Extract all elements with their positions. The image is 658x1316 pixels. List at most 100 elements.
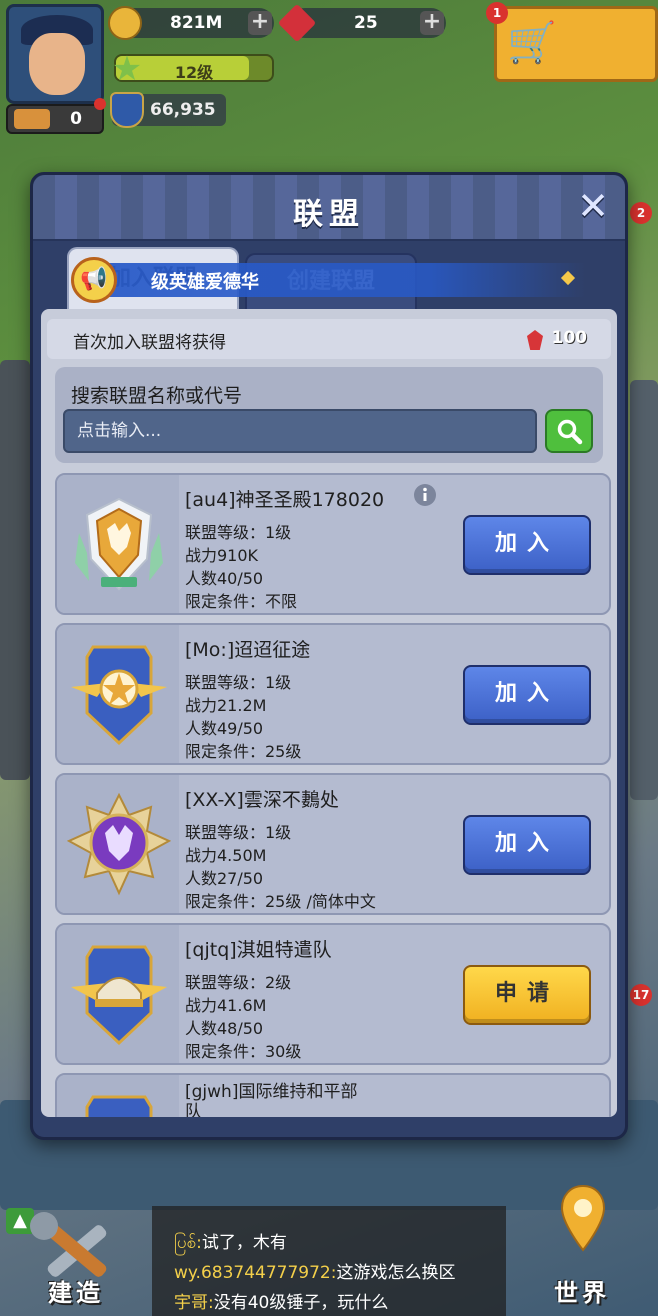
rank-box[interactable]: 0: [6, 104, 104, 134]
alliance-requirement: 限定条件：30级: [185, 1042, 302, 1061]
info-icon[interactable]: [413, 483, 437, 507]
alliance-name: [Mo:]迢迢征途: [185, 639, 311, 661]
top-hud: 0 821M + 25 + 12级 ★ 66,935 🛒 1 2 17: [0, 0, 658, 1006]
helmet-wings-emblem-icon: [71, 945, 167, 1046]
modal-title: 联盟: [293, 197, 365, 232]
chat-panel[interactable]: ပြစ်:试了，木有 wy.683744777972:这游戏怎么换区 宇哥:没有…: [152, 1206, 506, 1316]
alliance-card: [XX-X]雲深不鶈处 联盟等级：1级 战力4.50M 人数27/50 限定条件…: [55, 773, 611, 915]
chat-text: 没有40级锤子，玩什么: [213, 1293, 389, 1313]
coins-value: 821M: [170, 13, 223, 33]
chat-message: wy.683744777972:这游戏怎么换区: [174, 1258, 455, 1283]
emblem-panel: [57, 625, 179, 763]
modal-body: 首次加入联盟将获得 100 搜索联盟名称或代号 点击输入... [au4]神圣圣…: [41, 309, 617, 1117]
alliance-requirement: 限定条件：25级: [185, 742, 302, 761]
alliance-power: 战力21.2M: [185, 696, 267, 715]
search-input[interactable]: [63, 409, 537, 453]
alliance-level: 联盟等级：1级: [185, 523, 292, 542]
alliance-members: 人数49/50: [185, 719, 264, 738]
alliance-requirement: 限定条件：不限: [185, 592, 298, 611]
gem-icon: [277, 3, 317, 43]
modal-header: 联盟 ✕: [33, 175, 625, 241]
cart-icon: 🛒: [507, 20, 557, 66]
chat-text: 这游戏怎么换区: [336, 1263, 456, 1283]
apply-button[interactable]: 申请: [463, 965, 591, 1025]
power-display: 66,935: [110, 92, 226, 128]
side-badge-2: 17: [630, 984, 652, 1006]
alliance-members: 人数48/50: [185, 1019, 264, 1038]
world-button[interactable]: 世界: [506, 1184, 658, 1316]
search-icon: [557, 419, 583, 445]
chat-message: 宇哥:没有40级锤子，玩什么: [174, 1288, 388, 1313]
alliance-power: 战力910K: [185, 546, 259, 565]
search-panel: 搜索联盟名称或代号: [55, 367, 603, 463]
power-value: 66,935: [150, 100, 216, 120]
gems-value: 25: [354, 13, 378, 33]
alliance-modal: 联盟 ✕ 加入联盟 创建联盟 📢 级英雄爱德华 首次加入联盟将获得 100 搜索…: [30, 172, 628, 1140]
side-badge-1: 2: [630, 202, 652, 224]
wolf-shield-emblem-icon: [75, 497, 163, 591]
join-button[interactable]: 加入: [463, 515, 591, 575]
alliance-name: [gjwh]国际维持和平部: [185, 1082, 358, 1102]
emblem-panel: [57, 1075, 179, 1117]
shop-badge: 1: [486, 2, 508, 24]
alliance-level: 联盟等级：1级: [185, 823, 292, 842]
alliance-members: 人数27/50: [185, 869, 264, 888]
build-button[interactable]: ▲ 建造: [0, 1204, 152, 1316]
power-shield-icon: [110, 92, 144, 128]
coins-display: 821M +: [108, 6, 274, 40]
emblem-panel: [57, 925, 179, 1063]
add-coins-button[interactable]: +: [248, 11, 272, 35]
alliance-level: 联盟等级：2级: [185, 973, 292, 992]
alliance-name-line2: 队: [185, 1102, 202, 1117]
add-gems-button[interactable]: +: [420, 11, 444, 35]
avatar-alert-dot: [94, 98, 106, 110]
alliance-requirement: 限定条件：25级 /简体中文: [185, 892, 376, 911]
background-buildings: [0, 360, 30, 780]
emblem-panel: [57, 475, 179, 613]
shop-button[interactable]: 🛒: [494, 6, 658, 82]
star-icon: ★: [111, 49, 143, 89]
alliance-name: [au4]神圣圣殿178020: [185, 489, 385, 511]
avatar-face: [29, 33, 85, 95]
reward-gems-value: 100: [551, 328, 588, 348]
map-pin-icon: [560, 1184, 606, 1252]
broadcast-text: 级英雄爱德华: [151, 272, 259, 293]
broadcast-banner: 📢 级英雄爱德华: [71, 257, 585, 303]
build-label: 建造: [48, 1279, 104, 1307]
alliance-card: [gjwh]国际维持和平部 队: [55, 1073, 611, 1117]
join-button[interactable]: 加入: [463, 815, 591, 875]
alliance-power: 战力4.50M: [185, 846, 267, 865]
world-label: 世界: [554, 1279, 610, 1307]
star-wings-emblem-icon: [71, 645, 167, 746]
chat-sender: 宇哥:: [174, 1293, 214, 1313]
first-join-reward: 首次加入联盟将获得 100: [47, 319, 611, 359]
alliance-card: [au4]神圣圣殿178020 联盟等级：1级 战力910K 人数40/50 限…: [55, 473, 611, 615]
alliance-card: [qjtq]淇姐特遣队 联盟等级：2级 战力41.6M 人数48/50 限定条件…: [55, 923, 611, 1065]
rank-count: 0: [70, 109, 82, 129]
alliance-power: 战力41.6M: [185, 996, 267, 1015]
chat-sender: ပြစ်:: [174, 1233, 202, 1253]
purple-wolf-emblem-icon: [67, 793, 171, 896]
chat-sender: wy.683744777972:: [174, 1263, 337, 1283]
alliance-name: [XX-X]雲深不鶈处: [185, 789, 339, 811]
chat-message: ပြစ်:试了，木有: [174, 1228, 287, 1257]
broadcast-diamond-icon: [560, 270, 576, 286]
alliance-card: [Mo:]迢迢征途 联盟等级：1级 战力21.2M 人数49/50 限定条件：2…: [55, 623, 611, 765]
alliance-name: [qjtq]淇姐特遣队: [185, 939, 332, 961]
search-label: 搜索联盟名称或代号: [71, 385, 243, 407]
player-avatar[interactable]: [6, 4, 104, 104]
megaphone-icon: 📢: [71, 257, 117, 303]
close-button[interactable]: ✕: [575, 187, 611, 225]
gem-icon: [527, 330, 543, 350]
emblem-panel: [57, 775, 179, 913]
chat-text: 试了，木有: [201, 1233, 287, 1253]
join-button[interactable]: 加入: [463, 665, 591, 725]
reward-text: 首次加入联盟将获得: [73, 333, 226, 353]
coin-icon: [108, 6, 142, 40]
alliance-members: 人数40/50: [185, 569, 264, 588]
gems-display: 25 +: [277, 3, 446, 43]
background-buildings-right: [630, 380, 658, 800]
search-button[interactable]: [545, 409, 593, 453]
star-wings-emblem-icon: [85, 1095, 153, 1117]
alliance-level: 联盟等级：1级: [185, 673, 292, 692]
